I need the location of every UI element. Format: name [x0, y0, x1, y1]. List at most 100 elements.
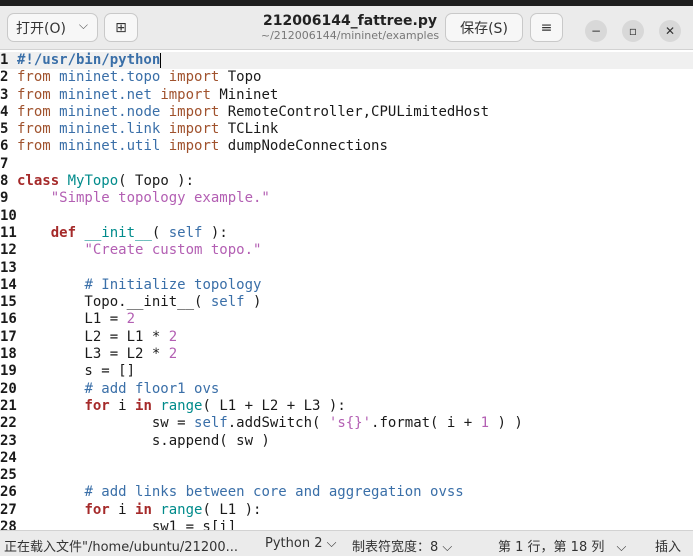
code-token: from: [17, 121, 51, 138]
tab-width-selector[interactable]: 制表符宽度：8 ⌵: [352, 536, 452, 555]
line-number: 27: [0, 501, 17, 518]
line-number: 20: [0, 380, 17, 397]
code-text: sw1 = s[i]: [17, 519, 236, 530]
line-number: 26: [0, 484, 17, 501]
code-line[interactable]: 2 from mininet.topo import Topo: [0, 69, 693, 86]
cursor-position-selector[interactable]: 第 1 行，第 18 列 ⌵: [498, 536, 626, 555]
code-line[interactable]: 7: [0, 156, 693, 173]
code-token: import: [168, 138, 220, 155]
code-line[interactable]: 9 "Simple topology example.": [0, 190, 693, 207]
code-token: "Create custom topo.": [84, 242, 262, 259]
code-line[interactable]: 25: [0, 467, 693, 484]
line-number: 17: [0, 328, 17, 345]
code-token: from: [17, 69, 51, 86]
code-line[interactable]: 8 class MyTopo( Topo ):: [0, 173, 693, 190]
main-menu-button[interactable]: ≡: [530, 13, 563, 42]
code-line[interactable]: 20 # add floor1 ovs: [0, 381, 693, 398]
code-token: for: [84, 397, 110, 414]
code-token: mininet.topo: [59, 69, 161, 86]
code-token: import: [168, 103, 220, 120]
new-tab-icon: ⊞: [115, 19, 127, 36]
line-number: 12: [0, 242, 17, 259]
loading-status-text: 正在载入文件"/home/ubuntu/21200...: [4, 540, 239, 555]
line-number: 21: [0, 397, 17, 414]
code-line[interactable]: 18 L3 = L2 * 2: [0, 346, 693, 363]
code-text: # add links between core and aggregation…: [17, 484, 463, 501]
line-number: 15: [0, 294, 17, 311]
code-token: # add floor1 ovs: [84, 380, 220, 397]
code-line[interactable]: 5 from mininet.link import TCLink: [0, 121, 693, 138]
code-line[interactable]: 3 from mininet.net import Mininet: [0, 87, 693, 104]
code-text: sw = self.addSwitch( 's{}'.format( i + 1…: [17, 415, 523, 432]
code-token: dumpNodeConnections: [219, 138, 388, 155]
code-line[interactable]: 21 for i in range( L1 + L2 + L3 ):: [0, 398, 693, 415]
code-token: Topo: [219, 69, 262, 86]
code-text: L2 = L1 * 2: [17, 329, 177, 346]
code-line[interactable]: 17 L2 = L1 * 2: [0, 329, 693, 346]
code-token: ( Topo ):: [118, 173, 195, 190]
open-button-label: 打开(O): [16, 20, 66, 37]
code-text: L1 = 2: [17, 311, 135, 328]
code-line[interactable]: 13: [0, 260, 693, 277]
code-line[interactable]: 14 # Initialize topology: [0, 277, 693, 294]
code-token: import: [168, 69, 220, 86]
maximize-icon: ▫: [628, 24, 638, 38]
code-text: # Initialize topology: [17, 277, 261, 294]
close-button[interactable]: ✕: [659, 20, 681, 42]
code-line[interactable]: 23 s.append( sw ): [0, 433, 693, 450]
code-line[interactable]: 15 Topo.__init__( self ): [0, 294, 693, 311]
text-cursor: [160, 52, 162, 68]
maximize-button[interactable]: ▫: [622, 20, 644, 42]
code-text: from mininet.util import dumpNodeConnect…: [17, 138, 388, 155]
tab-width-label: 制表符宽度：8: [352, 540, 439, 555]
save-button[interactable]: 保存(S): [445, 13, 523, 42]
code-token: import: [168, 121, 220, 138]
code-editor[interactable]: 1 #!/usr/bin/python 2 from mininet.topo imp…: [0, 52, 693, 530]
code-line[interactable]: 6 from mininet.util import dumpNodeConnec…: [0, 138, 693, 155]
code-token: import: [160, 86, 211, 103]
code-line[interactable]: 10: [0, 208, 693, 225]
code-text: Topo.__init__( self ): [17, 294, 261, 311]
code-text: L3 = L2 * 2: [17, 346, 177, 363]
code-token: 's{}': [328, 415, 372, 432]
code-line[interactable]: 4 from mininet.node import RemoteControll…: [0, 104, 693, 121]
code-text: from mininet.net import Mininet: [17, 87, 278, 104]
code-token: self: [210, 294, 245, 311]
window-title-block: 212006144_fattree.py ~/212006144/mininet…: [220, 13, 480, 43]
minimize-icon: −: [590, 24, 602, 38]
code-line[interactable]: 16 L1 = 2: [0, 311, 693, 328]
code-line[interactable]: 19 s = []: [0, 363, 693, 380]
language-selector[interactable]: Python 2 ⌵: [265, 536, 336, 551]
window-title: 212006144_fattree.py: [263, 13, 437, 29]
line-number: 22: [0, 415, 17, 432]
insert-mode-indicator[interactable]: 插入: [655, 536, 681, 555]
code-line[interactable]: 28 sw1 = s[i]: [0, 519, 693, 530]
code-token: MyTopo: [67, 173, 119, 190]
new-tab-button[interactable]: ⊞: [104, 13, 138, 42]
chevron-down-icon: ⌵: [616, 540, 627, 555]
code-token: from: [17, 103, 51, 120]
open-button[interactable]: 打开(O) ⌵: [7, 13, 98, 42]
code-line[interactable]: 27 for i in range( L1 ):: [0, 502, 693, 519]
code-token: mininet.node: [59, 103, 161, 120]
code-line[interactable]: 12 "Create custom topo.": [0, 242, 693, 259]
code-line[interactable]: 1 #!/usr/bin/python: [0, 52, 693, 70]
code-token: .format( i +: [371, 415, 481, 432]
code-line[interactable]: 26 # add links between core and aggregat…: [0, 484, 693, 501]
minimize-button[interactable]: −: [585, 20, 607, 42]
code-line[interactable]: 22 sw = self.addSwitch( 's{}'.format( i …: [0, 415, 693, 432]
line-number: 5: [0, 121, 9, 138]
language-label: Python 2: [265, 536, 323, 551]
code-line[interactable]: 11 def __init__( self ):: [0, 225, 693, 242]
line-number: 8: [0, 173, 9, 190]
code-token: ): [244, 294, 262, 311]
code-line[interactable]: 24: [0, 450, 693, 467]
